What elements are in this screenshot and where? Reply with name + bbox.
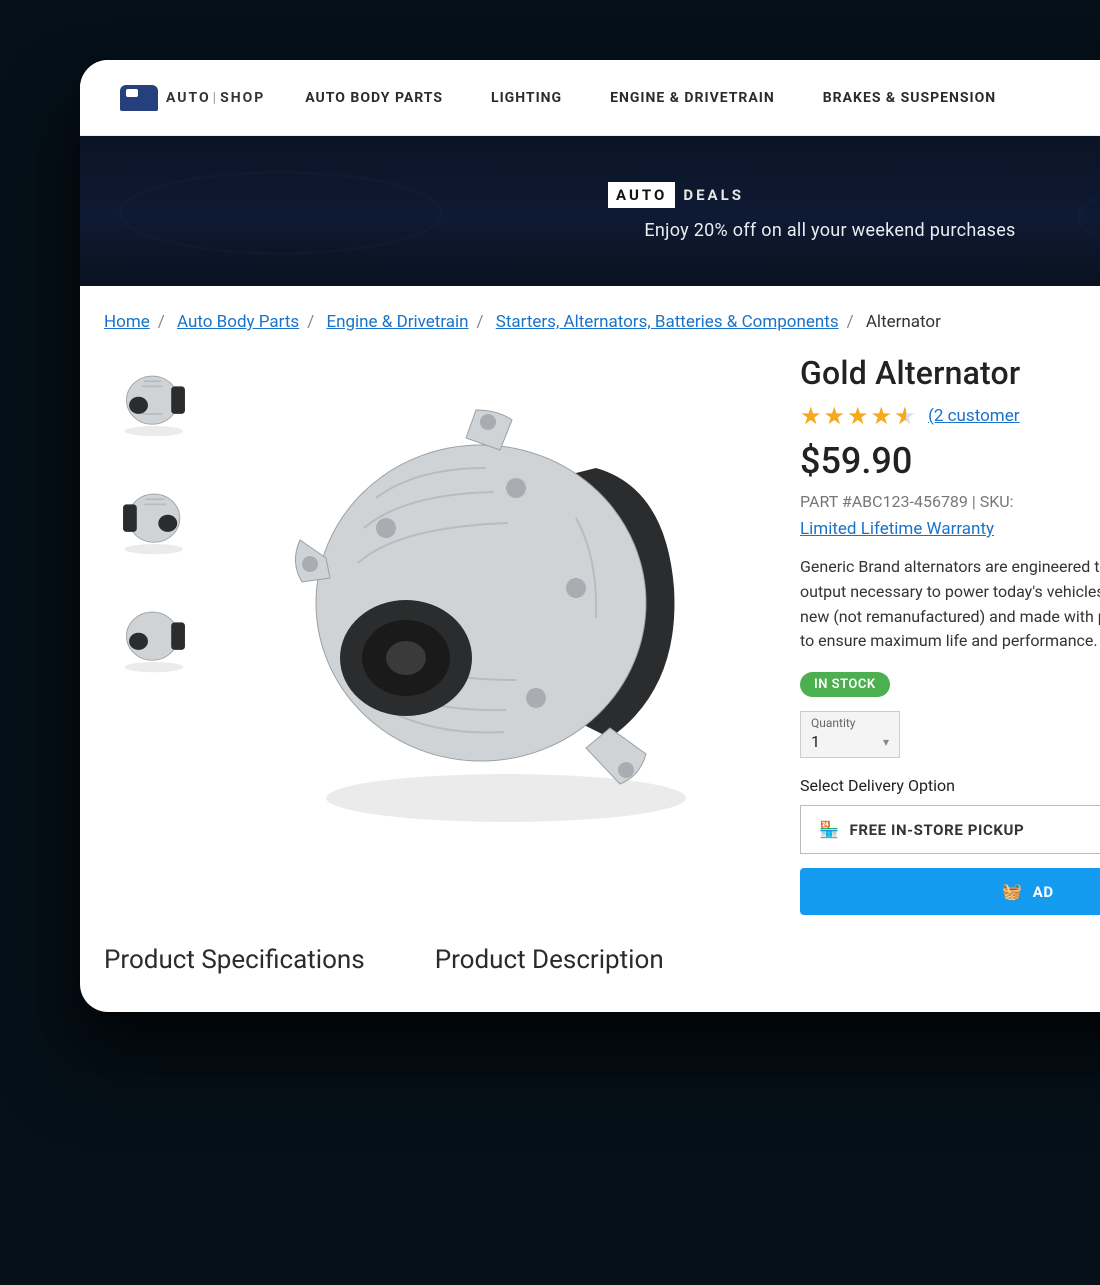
star-icon: ★	[847, 402, 869, 430]
logo-pre: AUTO	[166, 90, 211, 106]
nav-links: AUTO BODY PARTS LIGHTING ENGINE & DRIVET…	[305, 90, 996, 106]
stock-badge: IN STOCK	[800, 672, 890, 697]
star-icon: ★	[800, 402, 822, 430]
product-title: Gold Alternator	[800, 354, 1100, 392]
thumb-3[interactable]	[104, 590, 204, 684]
promo-banner: AUTO DEALS Enjoy 20% off on all your wee…	[80, 136, 1100, 286]
info-tabs: Product Specifications Product Descripti…	[80, 915, 1100, 975]
star-icon: ★	[824, 402, 846, 430]
crumb-engine[interactable]: Engine & Drivetrain	[326, 312, 468, 332]
crumb-home[interactable]: Home	[104, 312, 150, 332]
stars: ★ ★ ★ ★ ★★	[800, 402, 918, 430]
deal-badge: AUTO DEALS	[608, 182, 752, 208]
star-half-icon: ★★	[894, 402, 918, 430]
pickup-label: FREE IN-STORE PICKUP	[850, 821, 1025, 839]
nav-brakes[interactable]: BRAKES & SUSPENSION	[823, 90, 996, 106]
delivery-label: Select Delivery Option	[800, 776, 1100, 795]
crumb-current: Alternator	[866, 312, 941, 332]
part-sku: PART #ABC123-456789 | SKU:	[800, 492, 1100, 511]
main-image[interactable]	[236, 348, 776, 868]
tab-description[interactable]: Product Description	[435, 945, 664, 975]
product-details: Gold Alternator ★ ★ ★ ★ ★★ (2 customer $…	[800, 348, 1100, 915]
qty-value: 1	[811, 732, 820, 751]
reviews-link[interactable]: (2 customer	[928, 406, 1019, 426]
price: $59.90	[800, 440, 1100, 482]
basket-icon: 🧺	[1002, 882, 1023, 901]
store-icon: 🏪	[819, 820, 840, 839]
thumb-2[interactable]	[104, 472, 204, 566]
cart-label: AD	[1033, 883, 1054, 901]
deal-badge-b: DEALS	[675, 182, 752, 208]
logo-sep: |	[213, 90, 218, 106]
breadcrumb: Home/ Auto Body Parts/ Engine & Drivetra…	[80, 286, 1100, 332]
top-nav: AUTO|SHOP AUTO BODY PARTS LIGHTING ENGIN…	[80, 60, 1100, 136]
chevron-down-icon: ▾	[883, 735, 889, 749]
logo-text: AUTO|SHOP	[166, 90, 265, 106]
tab-specifications[interactable]: Product Specifications	[104, 945, 365, 975]
nav-lighting[interactable]: LIGHTING	[491, 90, 562, 106]
product-section: Gold Alternator ★ ★ ★ ★ ★★ (2 customer $…	[80, 332, 1100, 915]
logo[interactable]: AUTO|SHOP	[120, 85, 265, 111]
pickup-option[interactable]: 🏪 FREE IN-STORE PICKUP	[800, 805, 1100, 854]
car-icon	[120, 85, 158, 111]
add-to-cart-button[interactable]: 🧺 AD	[800, 868, 1100, 915]
crumb-body[interactable]: Auto Body Parts	[177, 312, 299, 332]
banner-subtext: Enjoy 20% off on all your weekend purcha…	[344, 220, 1015, 241]
page-card: AUTO|SHOP AUTO BODY PARTS LIGHTING ENGIN…	[80, 60, 1100, 1012]
logo-post: SHOP	[220, 90, 265, 106]
thumbnails	[104, 348, 212, 915]
nav-engine[interactable]: ENGINE & DRIVETRAIN	[610, 90, 775, 106]
description: Generic Brand alternators are engineered…	[800, 555, 1100, 654]
rating-row: ★ ★ ★ ★ ★★ (2 customer	[800, 402, 1100, 430]
qty-label: Quantity	[811, 716, 889, 730]
thumb-1[interactable]	[104, 354, 204, 448]
star-icon: ★	[871, 402, 893, 430]
quantity-stepper[interactable]: Quantity 1 ▾	[800, 711, 900, 758]
deal-badge-a: AUTO	[608, 182, 675, 208]
warranty-link[interactable]: Limited Lifetime Warranty	[800, 519, 994, 539]
nav-auto-body[interactable]: AUTO BODY PARTS	[305, 90, 443, 106]
crumb-starters[interactable]: Starters, Alternators, Batteries & Compo…	[496, 312, 839, 332]
